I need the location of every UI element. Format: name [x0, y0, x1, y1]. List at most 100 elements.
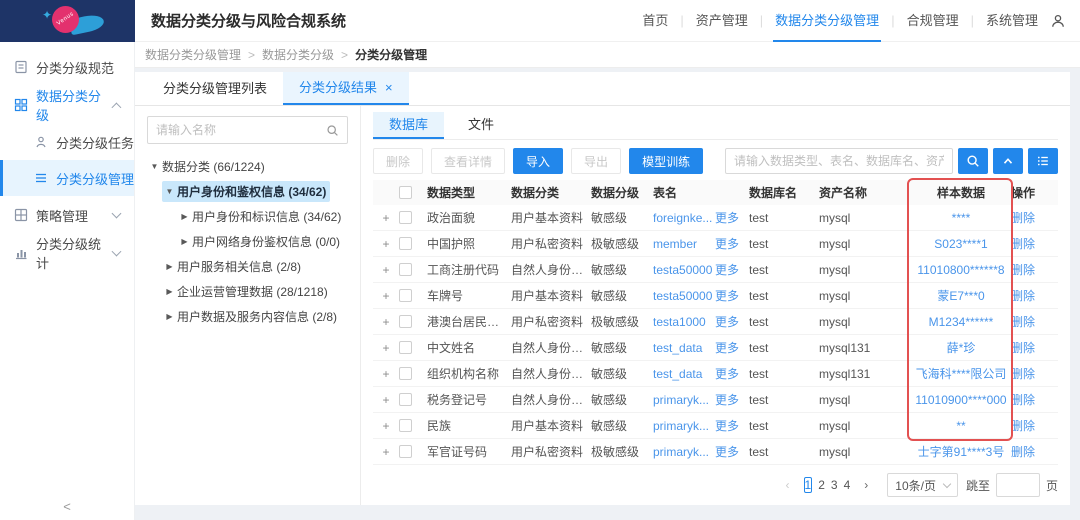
- delete-row-link[interactable]: 删除: [1011, 263, 1035, 277]
- row-checkbox[interactable]: [399, 289, 412, 302]
- nav-item-compliance[interactable]: 合规管理: [905, 0, 961, 42]
- more-link[interactable]: 更多: [715, 417, 743, 434]
- page-number-1[interactable]: 1: [804, 477, 813, 493]
- sidebar-collapse-button[interactable]: <: [0, 499, 134, 514]
- table-name-link[interactable]: testa50000: [653, 263, 712, 277]
- row-expand-button[interactable]: +: [382, 237, 389, 251]
- sample-data-link[interactable]: M1234******: [929, 315, 994, 329]
- table-name-link[interactable]: primaryk...: [653, 393, 709, 407]
- tree-node[interactable]: 用户网络身份鉴权信息 (0/0): [147, 229, 348, 254]
- sidebar-item-classification-stats[interactable]: 分类分级统计: [0, 234, 134, 272]
- collapse-filter-button[interactable]: [993, 148, 1023, 174]
- row-expand-button[interactable]: +: [382, 367, 389, 381]
- more-link[interactable]: 更多: [715, 287, 743, 304]
- row-checkbox[interactable]: [399, 341, 412, 354]
- table-name-link[interactable]: testa1000: [653, 315, 706, 329]
- tree-node[interactable]: 用户身份和标识信息 (34/62): [147, 204, 348, 229]
- tree-node[interactable]: 企业运营管理数据 (28/1218): [147, 279, 348, 304]
- table-name-link[interactable]: testa50000: [653, 289, 712, 303]
- select-all-checkbox[interactable]: [399, 186, 412, 199]
- tab-file[interactable]: 文件: [452, 112, 510, 139]
- more-link[interactable]: 更多: [715, 365, 743, 382]
- nav-item-data-classification[interactable]: 数据分类分级管理: [773, 0, 881, 42]
- search-button[interactable]: [958, 148, 988, 174]
- row-checkbox[interactable]: [399, 263, 412, 276]
- delete-button[interactable]: 删除: [373, 148, 423, 174]
- row-checkbox[interactable]: [399, 393, 412, 406]
- more-link[interactable]: 更多: [715, 209, 743, 226]
- table-name-link[interactable]: primaryk...: [653, 445, 709, 459]
- sample-data-link[interactable]: 11010800******8: [917, 263, 1004, 277]
- view-detail-button[interactable]: 查看详情: [431, 148, 505, 174]
- row-checkbox[interactable]: [399, 211, 412, 224]
- delete-row-link[interactable]: 删除: [1011, 367, 1035, 381]
- row-expand-button[interactable]: +: [382, 289, 389, 303]
- more-link[interactable]: 更多: [715, 339, 743, 356]
- table-name-link[interactable]: foreignke...: [653, 211, 712, 225]
- more-link[interactable]: 更多: [715, 443, 743, 460]
- nav-item-system[interactable]: 系统管理: [984, 0, 1040, 42]
- sample-data-link[interactable]: 11010900****000: [915, 393, 1006, 407]
- more-link[interactable]: 更多: [715, 261, 743, 278]
- sample-data-link[interactable]: ****: [952, 211, 971, 225]
- tree-node[interactable]: 用户身份和鉴权信息 (34/62): [147, 179, 348, 204]
- delete-row-link[interactable]: 删除: [1011, 419, 1035, 433]
- page-number-2[interactable]: 2: [818, 478, 825, 492]
- row-checkbox[interactable]: [399, 237, 412, 250]
- table-name-link[interactable]: test_data: [653, 341, 702, 355]
- row-expand-button[interactable]: +: [382, 211, 389, 225]
- row-checkbox[interactable]: [399, 367, 412, 380]
- import-button[interactable]: 导入: [513, 148, 563, 174]
- tree-node[interactable]: 用户服务相关信息 (2/8): [147, 254, 348, 279]
- row-expand-button[interactable]: +: [382, 419, 389, 433]
- row-checkbox[interactable]: [399, 419, 412, 432]
- tab-manage-list[interactable]: 分类分级管理列表: [147, 72, 283, 105]
- nav-item-assets[interactable]: 资产管理: [694, 0, 750, 42]
- sidebar-item-classification-manage[interactable]: 分类分级管理: [0, 160, 134, 196]
- close-icon[interactable]: ×: [385, 72, 393, 104]
- delete-row-link[interactable]: 删除: [1011, 445, 1035, 459]
- sample-data-link[interactable]: S023****1: [934, 237, 987, 251]
- tree-node[interactable]: 用户数据及服务内容信息 (2/8): [147, 304, 348, 329]
- delete-row-link[interactable]: 删除: [1011, 289, 1035, 303]
- nav-item-home[interactable]: 首页: [640, 0, 670, 42]
- jump-page-input[interactable]: [996, 473, 1040, 497]
- delete-row-link[interactable]: 删除: [1011, 237, 1035, 251]
- sample-data-link[interactable]: 飞海科****限公司: [916, 367, 1007, 381]
- table-name-link[interactable]: member: [653, 237, 697, 251]
- breadcrumb-item[interactable]: 数据分类分级: [262, 46, 334, 63]
- row-checkbox[interactable]: [399, 315, 412, 328]
- page-number-4[interactable]: 4: [844, 478, 851, 492]
- model-train-button[interactable]: 模型训练: [629, 148, 703, 174]
- user-icon[interactable]: [1050, 13, 1066, 29]
- tree-search-input[interactable]: [156, 123, 326, 137]
- delete-row-link[interactable]: 删除: [1011, 341, 1035, 355]
- table-name-link[interactable]: primaryk...: [653, 419, 709, 433]
- delete-row-link[interactable]: 删除: [1011, 211, 1035, 225]
- sample-data-link[interactable]: 士字第91****3号: [918, 445, 1005, 459]
- more-link[interactable]: 更多: [715, 391, 743, 408]
- sidebar-item-strategy-manage[interactable]: 策略管理: [0, 196, 134, 234]
- row-expand-button[interactable]: +: [382, 315, 389, 329]
- sample-data-link[interactable]: 薛*珍: [947, 341, 976, 355]
- row-expand-button[interactable]: +: [382, 393, 389, 407]
- more-link[interactable]: 更多: [715, 235, 743, 252]
- column-settings-button[interactable]: [1028, 148, 1058, 174]
- row-expand-button[interactable]: +: [382, 341, 389, 355]
- search-icon[interactable]: [326, 124, 339, 137]
- breadcrumb-item[interactable]: 数据分类分级管理: [145, 46, 241, 63]
- table-search-input[interactable]: [725, 148, 953, 174]
- sidebar-item-classification-task[interactable]: 分类分级任务: [0, 124, 134, 160]
- row-expand-button[interactable]: +: [382, 263, 389, 277]
- export-button[interactable]: 导出: [571, 148, 621, 174]
- page-number-3[interactable]: 3: [831, 478, 838, 492]
- tab-classification-result[interactable]: 分类分级结果 ×: [283, 72, 409, 105]
- row-expand-button[interactable]: +: [382, 445, 389, 459]
- sidebar-item-classification-spec[interactable]: 分类分级规范: [0, 48, 134, 86]
- sample-data-link[interactable]: 蒙E7***0: [937, 289, 984, 303]
- tab-database[interactable]: 数据库: [373, 112, 444, 139]
- prev-page-icon[interactable]: ‹: [778, 474, 798, 496]
- sidebar-item-data-classification[interactable]: 数据分类分级: [0, 86, 134, 124]
- tree-node[interactable]: 数据分类 (66/1224): [147, 154, 348, 179]
- delete-row-link[interactable]: 删除: [1011, 315, 1035, 329]
